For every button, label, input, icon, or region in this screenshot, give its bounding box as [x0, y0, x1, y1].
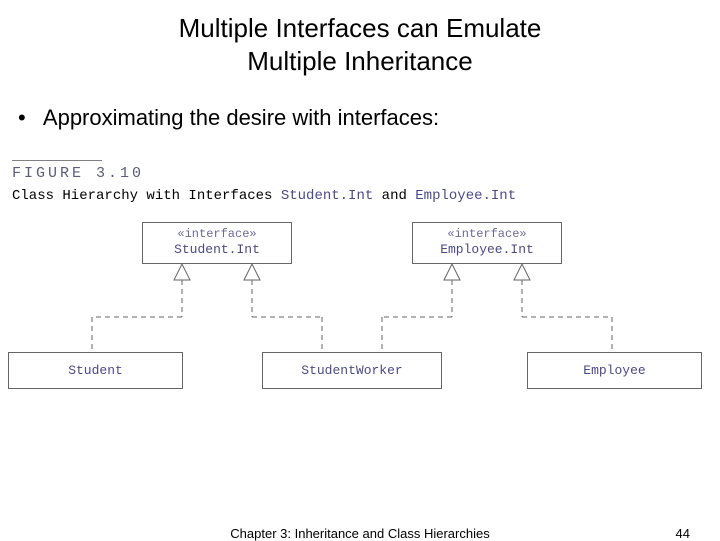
- bullet-item: • Approximating the desire with interfac…: [0, 105, 720, 131]
- figure-caption-mid: and: [373, 188, 415, 204]
- interface-student-name: Student.Int: [149, 242, 285, 258]
- figure-caption-iface2: Employee.Int: [415, 188, 516, 204]
- figure-block: FIGURE 3.10 Class Hierarchy with Interfa…: [12, 160, 708, 402]
- bullet-text: Approximating the desire with interfaces…: [43, 105, 439, 130]
- footer-page-number: 44: [676, 526, 690, 541]
- footer-chapter: Chapter 3: Inheritance and Class Hierarc…: [0, 526, 720, 541]
- class-box-student: Student: [8, 352, 183, 389]
- figure-caption: Class Hierarchy with Interfaces Student.…: [12, 188, 708, 204]
- figure-caption-prefix: Class Hierarchy with Interfaces: [12, 188, 281, 204]
- slide-title: Multiple Interfaces can Emulate Multiple…: [0, 0, 720, 77]
- uml-diagram: «interface» Student.Int «interface» Empl…: [12, 222, 692, 402]
- figure-label: FIGURE 3.10: [12, 165, 708, 182]
- class-studentworker-name: StudentWorker: [301, 363, 402, 378]
- bullet-dot: •: [18, 105, 38, 131]
- stereotype-label: «interface»: [419, 227, 555, 242]
- title-line-2: Multiple Inheritance: [247, 46, 472, 76]
- class-student-name: Student: [68, 363, 123, 378]
- class-box-studentworker: StudentWorker: [262, 352, 442, 389]
- interface-box-employee: «interface» Employee.Int: [412, 222, 562, 264]
- interface-box-student: «interface» Student.Int: [142, 222, 292, 264]
- class-employee-name: Employee: [583, 363, 645, 378]
- stereotype-label: «interface»: [149, 227, 285, 242]
- title-line-1: Multiple Interfaces can Emulate: [179, 13, 542, 43]
- figure-caption-iface1: Student.Int: [281, 188, 373, 204]
- interface-employee-name: Employee.Int: [419, 242, 555, 258]
- figure-rule: [12, 160, 102, 161]
- class-box-employee: Employee: [527, 352, 702, 389]
